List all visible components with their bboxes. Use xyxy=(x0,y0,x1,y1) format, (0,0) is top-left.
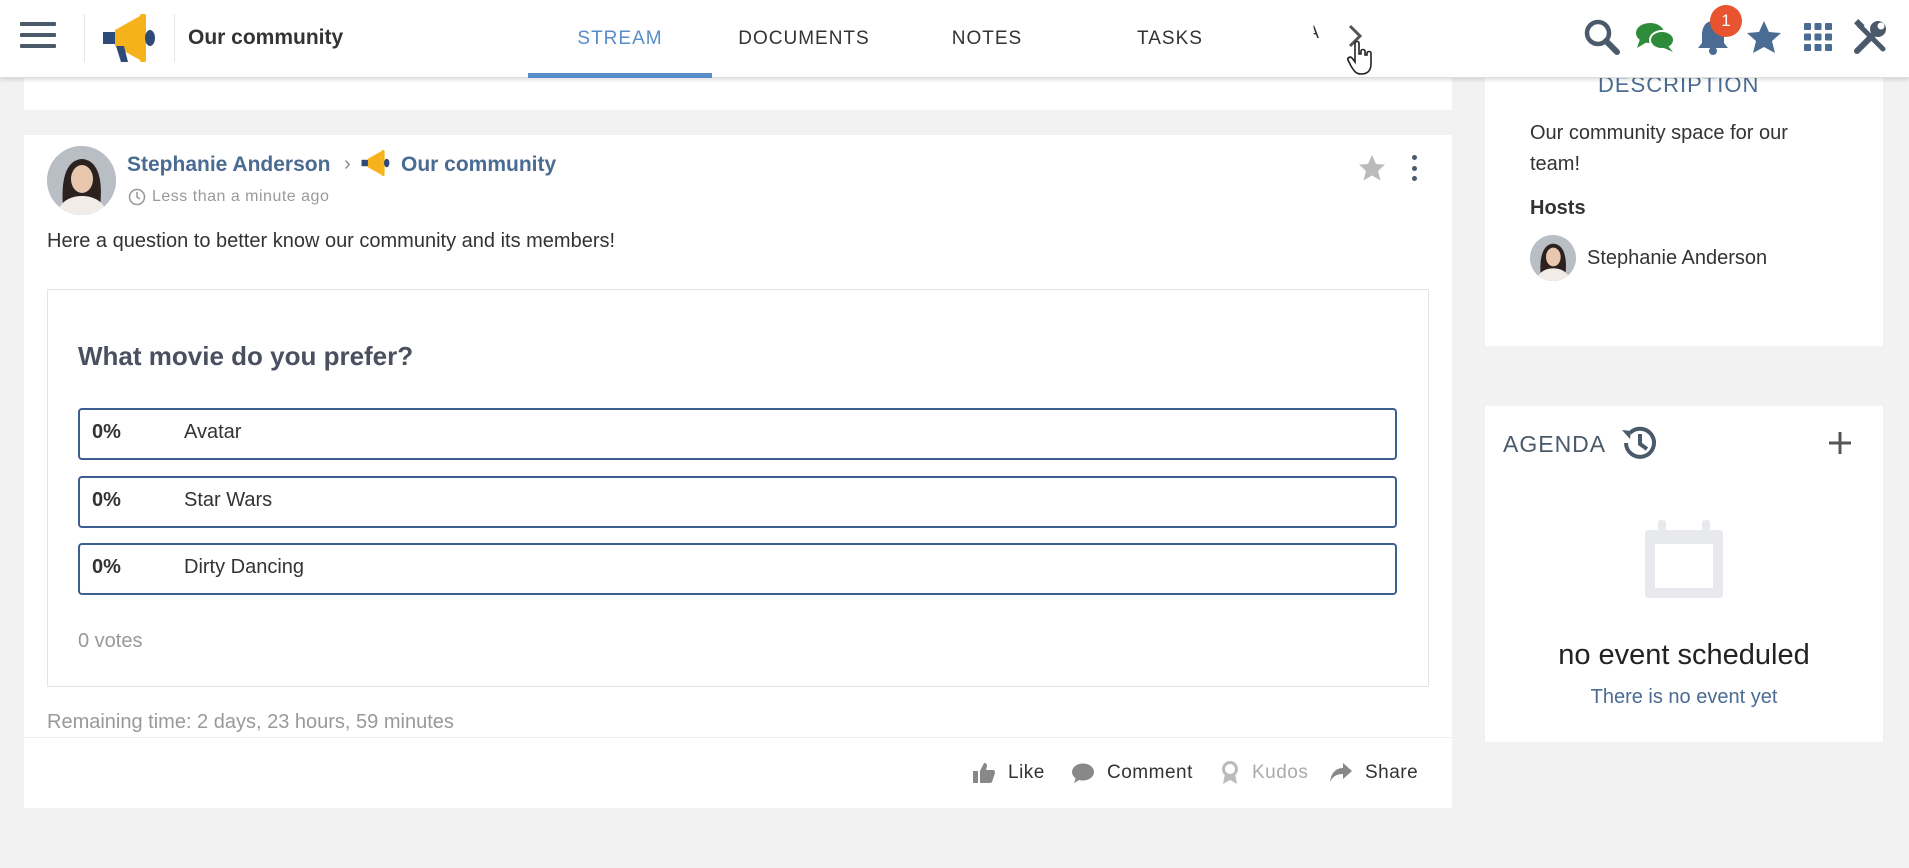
hand-cursor-icon xyxy=(1347,40,1372,75)
divider xyxy=(174,14,175,62)
author-name[interactable]: Stephanie Anderson xyxy=(127,153,330,177)
poll-option[interactable]: 0% Avatar xyxy=(78,408,1397,460)
space-description-card: DESCRIPTION Our community space for our … xyxy=(1485,70,1883,346)
agenda-title: AGENDA xyxy=(1503,431,1607,457)
more-options-icon[interactable] xyxy=(1408,155,1420,181)
agenda-empty-subtitle: There is no event yet xyxy=(1590,686,1778,708)
host-avatar[interactable] xyxy=(1530,235,1576,281)
calendar-icon xyxy=(1645,520,1723,598)
add-event-icon[interactable] xyxy=(1823,426,1857,460)
share-icon xyxy=(1330,763,1352,782)
host-name[interactable]: Stephanie Anderson xyxy=(1587,247,1767,270)
kudos-label: Kudos xyxy=(1252,762,1309,783)
share-label: Share xyxy=(1365,762,1419,783)
poll-option[interactable]: 0% Star Wars xyxy=(78,476,1397,528)
description-text: Our community space for our team! xyxy=(1530,122,1788,175)
award-icon xyxy=(1222,761,1238,784)
chevron-right-icon: › xyxy=(344,153,351,175)
post-timestamp[interactable]: Less than a minute ago xyxy=(152,188,329,206)
tab-agenda-partial[interactable]: A xyxy=(1314,22,1319,43)
post-space-link[interactable]: Our community xyxy=(401,153,556,177)
favorite-star-icon[interactable] xyxy=(1357,153,1387,183)
hamburger-menu-icon[interactable] xyxy=(20,22,56,52)
comment-label: Comment xyxy=(1107,762,1193,783)
poll-option-percent: 0% xyxy=(92,489,121,511)
author-avatar[interactable] xyxy=(47,146,116,215)
divider xyxy=(84,14,85,62)
poll-option-percent: 0% xyxy=(92,556,121,578)
share-button[interactable]: Share xyxy=(1329,760,1418,786)
agenda-card: AGENDA no event scheduled There is no ev… xyxy=(1485,406,1883,742)
chat-icon[interactable] xyxy=(1634,16,1676,58)
poll-question: What movie do you prefer? xyxy=(78,341,414,371)
comment-button[interactable]: Comment xyxy=(1071,760,1193,786)
like-button[interactable]: Like xyxy=(972,760,1045,786)
poll-option-label: Dirty Dancing xyxy=(184,556,305,578)
kudos-button[interactable]: Kudos xyxy=(1220,760,1308,786)
poll: What movie do you prefer? 0% Avatar 0% S… xyxy=(47,289,1429,687)
agenda-empty-title: no event scheduled xyxy=(1558,639,1810,671)
poll-option-label: Star Wars xyxy=(184,489,273,511)
top-bar: Our community STREAM DOCUMENTS NOTES TAS… xyxy=(0,0,1909,78)
thumbs-up-icon xyxy=(973,763,995,783)
tab-notes[interactable]: NOTES xyxy=(896,0,1078,78)
tools-icon[interactable] xyxy=(1850,16,1892,58)
poll-option-label: Avatar xyxy=(184,421,242,443)
divider xyxy=(24,737,1452,738)
activity-post: Stephanie Anderson › Our community Less … xyxy=(24,135,1452,808)
poll-option-percent: 0% xyxy=(92,421,121,443)
megaphone-icon xyxy=(361,150,390,176)
megaphone-icon[interactable] xyxy=(100,10,160,66)
poll-remaining-time: Remaining time: 2 days, 23 hours, 59 min… xyxy=(47,711,454,733)
tab-documents[interactable]: DOCUMENTS xyxy=(712,0,896,78)
clock-icon xyxy=(128,188,146,206)
space-name[interactable]: Our community xyxy=(188,26,343,50)
poll-option[interactable]: 0% Dirty Dancing xyxy=(78,543,1397,595)
tab-tasks[interactable]: TASKS xyxy=(1078,0,1262,78)
apps-grid-icon[interactable] xyxy=(1797,16,1839,58)
comment-icon xyxy=(1072,763,1094,783)
poll-votes-count: 0 votes xyxy=(78,630,143,652)
like-label: Like xyxy=(1008,762,1045,783)
tab-stream[interactable]: STREAM xyxy=(528,0,712,78)
hosts-title: Hosts xyxy=(1530,197,1586,219)
post-text: Here a question to better know our commu… xyxy=(47,230,616,252)
history-icon[interactable] xyxy=(1618,422,1660,464)
space-tabs: STREAM DOCUMENTS NOTES TASKS xyxy=(528,0,1262,78)
star-icon[interactable] xyxy=(1743,16,1785,58)
search-icon[interactable] xyxy=(1581,16,1623,58)
notification-badge: 1 xyxy=(1710,5,1742,37)
